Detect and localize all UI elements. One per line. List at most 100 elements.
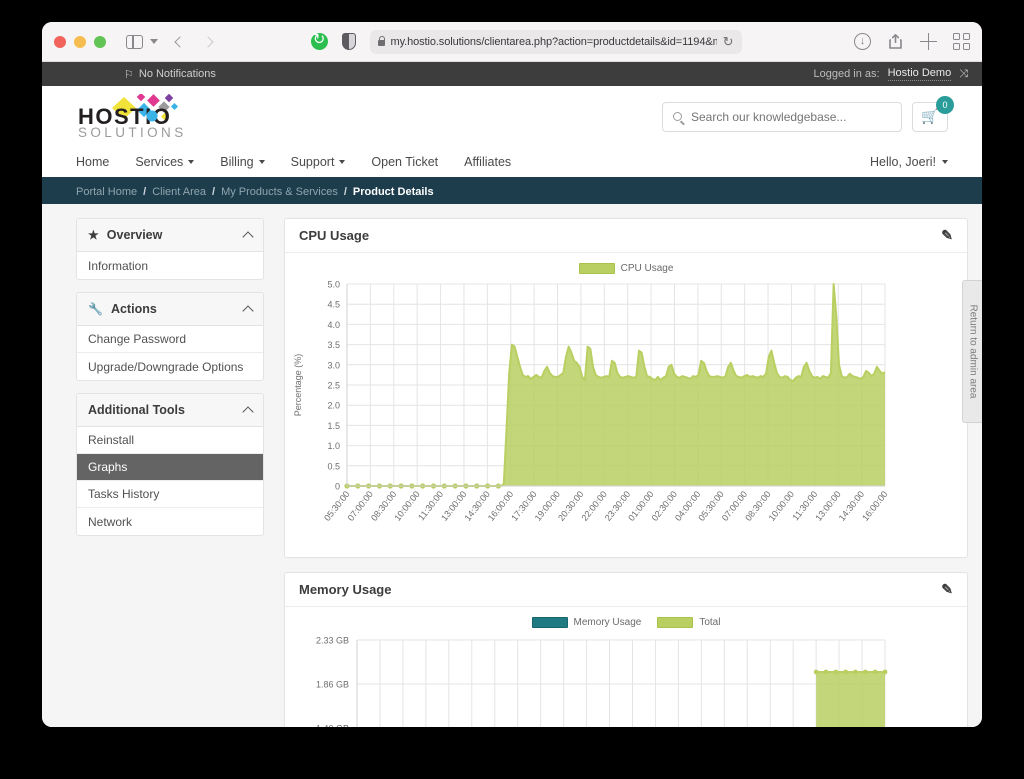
cpu-chart[interactable]: 0 0.5 1.0 1.5 2.0 2.5 3.0 3.5 4.0 4.5 5.0 05:30:00 0… (289, 278, 963, 553)
search-input[interactable] (691, 109, 891, 124)
nav-item-open-ticket[interactable]: Open Ticket (371, 155, 438, 169)
sidebar-item-network[interactable]: Network (77, 508, 263, 535)
nav-label: Services (135, 155, 184, 169)
sidebar-item-label: Network (88, 514, 133, 529)
breadcrumb-my-products[interactable]: My Products & Services (221, 186, 338, 198)
sidebar-panel-header-actions[interactable]: 🔧 Actions (77, 293, 263, 326)
svg-text:1.5: 1.5 (327, 421, 340, 431)
svg-text:4.0: 4.0 (327, 320, 340, 330)
cpu-card-title: CPU Usage (299, 228, 370, 243)
svg-text:2.0: 2.0 (327, 401, 340, 411)
sidebar-item-label: Information (88, 258, 149, 273)
site-logo[interactable]: HOSTIO SOLUTIONS (76, 93, 204, 140)
memory-card-header: Memory Usage ✎ (285, 573, 967, 607)
svg-text:5.0: 5.0 (327, 280, 340, 290)
sidebar-item-label: Reinstall (88, 433, 135, 447)
sidebar-item-label: Tasks History (88, 487, 160, 501)
memory-card-body: Memory Usage Total 2.33 GB 1.86 GB 1.40 GB (285, 607, 967, 727)
reload-icon[interactable] (310, 30, 328, 50)
legend-swatch (657, 617, 694, 628)
pencil-icon[interactable]: ✎ (941, 227, 953, 244)
plus-icon[interactable] (920, 33, 937, 50)
forward-chevron-icon[interactable] (202, 35, 214, 48)
nav-label: Support (290, 155, 335, 169)
download-icon[interactable] (854, 33, 871, 50)
nav-item-affiliates[interactable]: Affiliates (464, 155, 511, 169)
share-icon[interactable] (887, 33, 904, 50)
chevron-up-icon[interactable] (242, 304, 254, 317)
breadcrumb-separator: / (343, 186, 347, 198)
svg-text:1.0: 1.0 (327, 441, 340, 451)
window-controls (54, 35, 106, 48)
browser-toolbar: my.hostio.solutions/clientarea.php?actio… (42, 22, 982, 62)
reader-mode-icon[interactable] (341, 33, 356, 50)
cpu-chart-legend: CPU Usage (289, 263, 963, 274)
pencil-icon[interactable]: ✎ (941, 581, 953, 598)
switch-user-icon[interactable]: ⤨ (959, 68, 968, 81)
chevron-down-icon (188, 160, 195, 164)
svg-text:1.40 GB: 1.40 GB (316, 724, 349, 728)
cpu-card-header: CPU Usage ✎ (285, 219, 967, 253)
sidebar-item-graphs[interactable]: Graphs (77, 454, 263, 481)
notifications-indicator[interactable]: ⚐ No Notifications (124, 68, 216, 81)
nav-item-billing[interactable]: Billing (220, 155, 265, 169)
reload-page-icon[interactable]: ↻ (723, 34, 734, 50)
minimize-window-button[interactable] (74, 35, 86, 48)
page-body: ★ Overview Information 🔧 Actions Change … (42, 204, 982, 727)
sidebar-panel-header-additional-tools[interactable]: Additional Tools (77, 394, 263, 427)
breadcrumb-portal-home[interactable]: Portal Home (76, 186, 137, 198)
nav-item-services[interactable]: Services (135, 155, 195, 169)
sidebar-item-change-password[interactable]: Change Password (77, 326, 263, 353)
svg-text:SOLUTIONS: SOLUTIONS (78, 125, 187, 140)
cpu-card-body: CPU Usage 0 0.5 1.0 1.5 2.0 2.5 3.0 3.5 4.0 4.5 5.… (285, 253, 967, 557)
legend-label: Memory Usage (573, 617, 642, 628)
sidebar-item-information[interactable]: Information (77, 252, 263, 279)
breadcrumb-separator: / (212, 186, 216, 198)
breadcrumb-separator: / (143, 186, 147, 198)
sidebar-item-upgrade-downgrade[interactable]: Upgrade/Downgrade Options (77, 353, 263, 380)
nav-item-home[interactable]: Home (76, 155, 109, 169)
chevron-down-icon (942, 160, 948, 164)
sidebar-toggle-button[interactable] (126, 34, 158, 49)
return-to-admin-tab[interactable]: Return to admin area (962, 280, 982, 423)
legend-entry-memory-usage: Memory Usage (531, 617, 642, 628)
knowledgebase-search[interactable] (662, 101, 902, 132)
memory-chart[interactable]: 2.33 GB 1.86 GB 1.40 GB (289, 632, 963, 727)
user-greeting: Hello, Joeri! (870, 155, 936, 169)
svg-text:0.5: 0.5 (327, 461, 340, 471)
sidebar-panel-header-overview[interactable]: ★ Overview (77, 219, 263, 252)
sidebar-item-tasks-history[interactable]: Tasks History (77, 481, 263, 508)
sidebar-item-reinstall[interactable]: Reinstall (77, 427, 263, 454)
cart-count-badge: 0 (936, 95, 954, 114)
logged-in-user[interactable]: Hostio Demo (887, 67, 952, 81)
url-text: my.hostio.solutions/clientarea.php?actio… (390, 35, 717, 48)
legend-label: Total (699, 617, 721, 628)
tab-overview-icon[interactable] (953, 33, 970, 50)
user-menu[interactable]: Hello, Joeri! (870, 155, 948, 169)
sidebar-item-label: Change Password (88, 332, 187, 346)
chevron-up-icon[interactable] (242, 405, 254, 418)
sidebar-panel-actions: 🔧 Actions Change Password Upgrade/Downgr… (76, 292, 264, 381)
nav-label: Home (76, 155, 110, 169)
sidebar-item-label: Upgrade/Downgrade Options (88, 359, 244, 374)
address-bar[interactable]: my.hostio.solutions/clientarea.php?actio… (369, 29, 742, 54)
legend-label: CPU Usage (620, 263, 674, 274)
chevron-up-icon[interactable] (242, 230, 254, 243)
shopping-cart-button[interactable]: 🛒 0 (912, 95, 954, 132)
nav-label: Billing (220, 155, 254, 169)
svg-text:1.86 GB: 1.86 GB (316, 680, 349, 690)
back-chevron-icon[interactable] (174, 35, 186, 48)
nav-item-support[interactable]: Support (291, 155, 346, 169)
top-status-strip: ⚐ No Notifications Logged in as: Hostio … (42, 62, 982, 86)
nav-items: Home Services Billing Support Open Ticke… (76, 155, 511, 169)
site-header: HOSTIO SOLUTIONS 🛒 0 (42, 86, 982, 147)
memory-card-title: Memory Usage (299, 582, 392, 597)
main-content: CPU Usage ✎ CPU Usage 0 0.5 1.0 1.5 2.0 2.5 3.… (284, 218, 982, 727)
breadcrumb-client-area[interactable]: Client Area (152, 186, 206, 198)
sidebar-panel-title: Overview (106, 228, 163, 242)
sidebar-item-label: Graphs (88, 460, 128, 474)
browser-window: my.hostio.solutions/clientarea.php?actio… (42, 22, 982, 727)
maximize-window-button[interactable] (94, 35, 106, 48)
nav-label: Affiliates (464, 155, 512, 169)
close-window-button[interactable] (54, 35, 66, 48)
